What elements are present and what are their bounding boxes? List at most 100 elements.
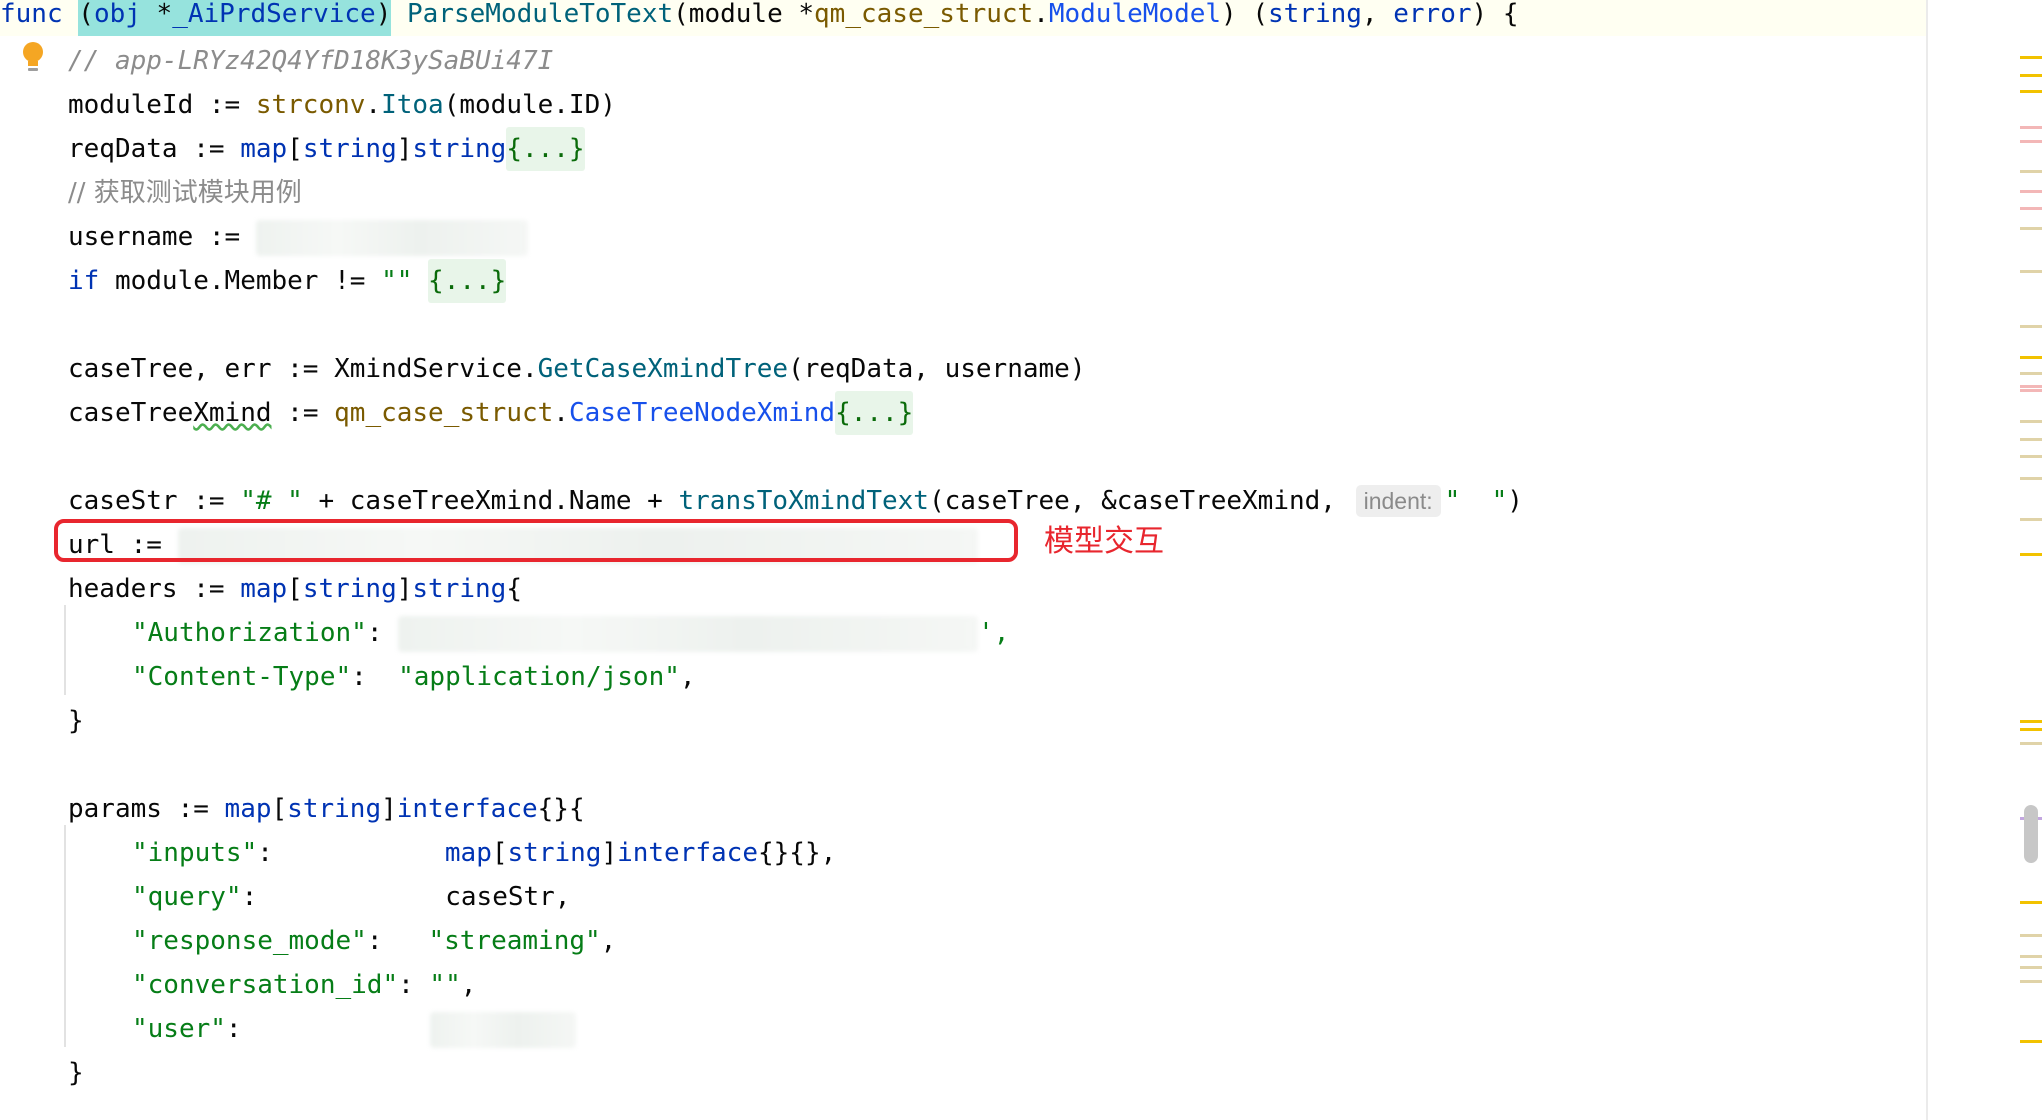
keyword-string: string: [302, 134, 397, 164]
folded-block[interactable]: {...}: [506, 127, 585, 171]
error-marker[interactable]: [2020, 389, 2042, 392]
code-line-comment-cn[interactable]: // 获取测试模块用例: [68, 171, 302, 215]
code-line-params-close[interactable]: }: [68, 1051, 84, 1095]
code-line-response-mode[interactable]: "response_mode": "streaming",: [132, 919, 616, 963]
error-marker[interactable]: [2020, 385, 2042, 388]
warning-marker[interactable]: [2020, 74, 2042, 77]
info-marker[interactable]: [2020, 325, 2042, 328]
keyword-map: map: [444, 838, 492, 868]
params-assign: params :=: [68, 794, 225, 824]
code-line-casetreexmind[interactable]: caseTreeXmind := qm_case_struct.CaseTree…: [68, 391, 914, 435]
warning-marker[interactable]: [2020, 553, 2042, 556]
code-line-content-type[interactable]: "Content-Type": "application/json",: [132, 655, 696, 699]
indent-guide: [64, 605, 66, 695]
info-marker[interactable]: [2020, 270, 2042, 273]
response-mode-value: "streaming": [428, 926, 601, 956]
itoa-function: Itoa: [381, 90, 444, 120]
comment-chinese: // 获取测试模块用例: [68, 178, 302, 208]
bracket-open: [: [271, 794, 288, 824]
code-line-casestr[interactable]: caseStr := "# " + caseTreeXmind.Name + t…: [68, 479, 1523, 523]
keyword-string: string: [412, 574, 507, 604]
code-line-moduleid[interactable]: moduleId := strconv.Itoa(module.ID): [68, 83, 616, 127]
empty-braces: {}: [537, 794, 569, 824]
return-comma: ,: [1361, 0, 1394, 29]
code-line-query[interactable]: "query": caseStr,: [132, 875, 570, 919]
code-line-comment-app[interactable]: // app-LRYz42Q4YfD18K3ySaBUi47I: [68, 39, 553, 83]
content-type-key: "Content-Type": [132, 662, 352, 692]
query-key: "query": [132, 882, 242, 912]
info-marker[interactable]: [2020, 170, 2042, 173]
info-marker[interactable]: [2020, 955, 2042, 958]
error-marker[interactable]: [2020, 126, 2042, 129]
code-line-if[interactable]: if module.Member != "" {...}: [68, 259, 507, 303]
warning-marker[interactable]: [2020, 90, 2042, 93]
folded-block[interactable]: {...}: [428, 259, 507, 303]
keyword-map: map: [240, 134, 288, 164]
info-marker[interactable]: [2020, 372, 2042, 375]
code-line-inputs[interactable]: "inputs": map[string]interface{}{},: [132, 831, 836, 875]
warning-marker[interactable]: [2020, 356, 2042, 359]
moduleid-assign: moduleId :=: [68, 90, 256, 120]
strconv-dot: .: [365, 90, 382, 120]
return-error: error: [1393, 0, 1472, 29]
transtoxmindtext-args: (caseTree, &caseTreeXmind,: [928, 486, 1352, 516]
keyword-interface: interface: [617, 838, 758, 868]
redacted-user: [429, 1011, 576, 1048]
code-line-authorization[interactable]: "Authorization": ',: [132, 611, 1009, 655]
folded-block[interactable]: {...}: [835, 391, 914, 435]
info-marker[interactable]: [2020, 477, 2042, 480]
scrollbar-thumb[interactable]: [2024, 805, 2038, 863]
keyword-string: string: [287, 794, 382, 824]
warning-marker[interactable]: [2020, 56, 2042, 59]
content-type-value: "application/json": [398, 662, 680, 692]
keyword-interface: interface: [396, 794, 538, 824]
casetreexmind-var-suffix: Xmind: [193, 398, 272, 428]
error-marker[interactable]: [2020, 207, 2042, 210]
warning-marker[interactable]: [2020, 720, 2042, 723]
receiver-open: (obj *_AiPrdService): [78, 0, 392, 36]
param-name: module: [688, 0, 799, 29]
info-marker[interactable]: [2020, 420, 2042, 423]
code-line-reqdata[interactable]: reqData := map[string]string{...}: [68, 127, 585, 171]
warning-marker[interactable]: [2020, 901, 2042, 904]
error-marker[interactable]: [2020, 140, 2042, 143]
warning-marker[interactable]: [2020, 728, 2042, 731]
code-line-username[interactable]: username :=: [68, 215, 528, 259]
error-stripe[interactable]: [1926, 0, 2042, 1120]
info-marker[interactable]: [2020, 966, 2042, 969]
lightbulb-icon[interactable]: [20, 40, 46, 74]
response-mode-key: "response_mode": [132, 926, 367, 956]
info-marker[interactable]: [2020, 980, 2042, 983]
error-marker[interactable]: [2020, 190, 2042, 193]
code-line-user[interactable]: "user":: [132, 1007, 576, 1051]
casestr-concat: + caseTreeXmind.Name +: [302, 486, 679, 516]
keyword-string: string: [507, 838, 602, 868]
method-name: ParseModuleToText: [407, 0, 674, 29]
info-marker[interactable]: [2020, 518, 2042, 521]
highlight-box: [54, 519, 1018, 562]
code-line-headers[interactable]: headers := map[string]string{: [68, 567, 522, 611]
bracket-close: ]: [396, 134, 413, 164]
inlay-hint-indent: indent:: [1355, 485, 1441, 517]
comma: ,: [600, 926, 617, 956]
info-marker[interactable]: [2020, 227, 2042, 230]
info-marker[interactable]: [2020, 438, 2042, 441]
info-marker[interactable]: [2020, 934, 2042, 937]
casetreexmind-var: caseTree: [68, 398, 194, 428]
bracket-close: ]: [601, 838, 618, 868]
comma: ,: [679, 662, 696, 692]
code-editor[interactable]: func (obj *_AiPrdService) ParseModuleToT…: [0, 0, 1926, 1120]
warning-marker[interactable]: [2020, 1040, 2042, 1043]
keyword-map: map: [224, 794, 272, 824]
info-marker[interactable]: [2020, 742, 2042, 745]
strconv-package: strconv: [255, 90, 366, 120]
code-line-signature[interactable]: func (obj *_AiPrdService) ParseModuleToT…: [0, 0, 1926, 36]
query-value: caseStr,: [445, 882, 571, 912]
info-marker[interactable]: [2020, 455, 2042, 458]
code-line-params[interactable]: params := map[string]interface{}{: [68, 787, 585, 831]
code-line-headers-close[interactable]: }: [68, 699, 84, 743]
close-brace: }: [68, 706, 84, 736]
code-line-conversation-id[interactable]: "conversation_id": "",: [132, 963, 476, 1007]
code-line-casetree[interactable]: caseTree, err := XmindService.GetCaseXmi…: [68, 347, 1085, 391]
inputs-key: "inputs": [132, 838, 258, 868]
